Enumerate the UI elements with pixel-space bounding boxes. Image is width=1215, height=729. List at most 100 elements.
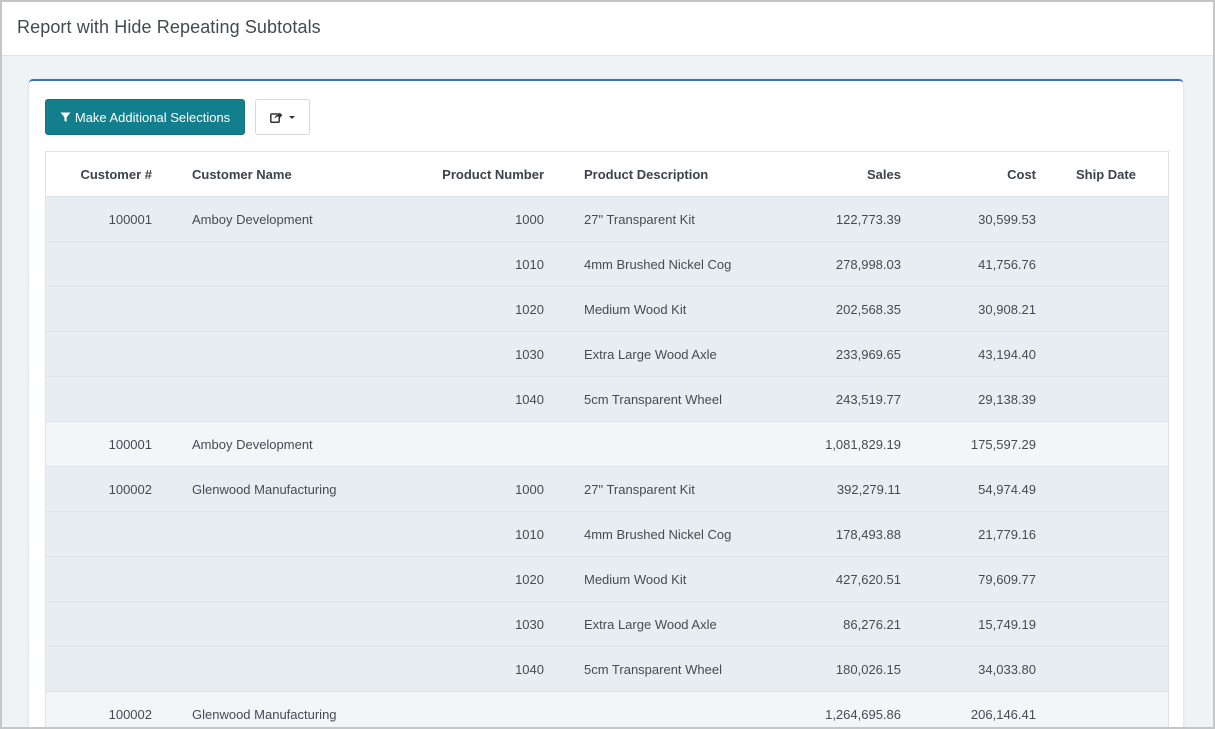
- cell-sales: 180,026.15: [766, 646, 901, 692]
- cell-customer-number: 100002: [46, 466, 152, 512]
- cell-sales-subtotal: 1,264,695.86: [766, 691, 901, 727]
- cell-sales: 427,620.51: [766, 556, 901, 602]
- cell-cost: 43,194.40: [901, 331, 1036, 377]
- cell-ship-date: [1036, 691, 1168, 727]
- cell-cost: 21,779.16: [901, 511, 1036, 557]
- report-table-body: 100001 Amboy Development 1000 27" Transp…: [46, 196, 1168, 727]
- cell-ship-date: [1036, 331, 1168, 377]
- make-additional-selections-button[interactable]: Make Additional Selections: [45, 99, 245, 135]
- cell-cost: 30,599.53: [901, 196, 1036, 242]
- cell-cost-subtotal: 206,146.41: [901, 691, 1036, 727]
- cell-product-number: 1010: [337, 241, 544, 287]
- column-header-product-number[interactable]: Product Number: [337, 152, 544, 197]
- cell-customer-name: [152, 511, 337, 557]
- cell-cost: 41,756.76: [901, 241, 1036, 287]
- cell-ship-date: [1036, 556, 1168, 602]
- cell-product-description: 4mm Brushed Nickel Cog: [544, 511, 766, 557]
- cell-cost: 29,138.39: [901, 376, 1036, 422]
- cell-customer-number: [46, 241, 152, 287]
- share-menu-button[interactable]: [255, 99, 310, 135]
- table-row: 1030 Extra Large Wood Axle 233,969.65 43…: [46, 331, 1168, 377]
- cell-cost: 54,974.49: [901, 466, 1036, 512]
- cell-product-number: 1010: [337, 511, 544, 557]
- report-table-container: Customer # Customer Name Product Number …: [45, 151, 1169, 727]
- subtotal-row: 100001 Amboy Development 1,081,829.19 17…: [46, 421, 1168, 467]
- column-header-ship-date[interactable]: Ship Date: [1036, 152, 1168, 197]
- make-additional-selections-label: Make Additional Selections: [74, 109, 231, 125]
- cell-product-number: 1020: [337, 286, 544, 332]
- cell-customer-number: [46, 646, 152, 692]
- report-panel: Make Additional Selections Customer # Cu…: [29, 79, 1183, 727]
- cell-sales: 278,998.03: [766, 241, 901, 287]
- cell-cost-subtotal: 175,597.29: [901, 421, 1036, 467]
- cell-sales-subtotal: 1,081,829.19: [766, 421, 901, 467]
- cell-cost: 30,908.21: [901, 286, 1036, 332]
- cell-product-number: 1000: [337, 466, 544, 512]
- cell-customer-name: [152, 646, 337, 692]
- cell-sales: 122,773.39: [766, 196, 901, 242]
- cell-product-description: [544, 421, 766, 467]
- table-row: 1020 Medium Wood Kit 427,620.51 79,609.7…: [46, 556, 1168, 602]
- table-row: 1040 5cm Transparent Wheel 243,519.77 29…: [46, 376, 1168, 422]
- cell-product-description: 27" Transparent Kit: [544, 466, 766, 512]
- cell-customer-number: [46, 601, 152, 647]
- column-header-product-description[interactable]: Product Description: [544, 152, 766, 197]
- cell-customer-number: [46, 376, 152, 422]
- cell-sales: 86,276.21: [766, 601, 901, 647]
- cell-ship-date: [1036, 376, 1168, 422]
- cell-customer-name: [152, 556, 337, 602]
- cell-ship-date: [1036, 241, 1168, 287]
- table-row: 1010 4mm Brushed Nickel Cog 178,493.88 2…: [46, 511, 1168, 557]
- table-row: 100002 Glenwood Manufacturing 1000 27" T…: [46, 466, 1168, 512]
- column-header-customer-number[interactable]: Customer #: [46, 152, 152, 197]
- subtotal-row: 100002 Glenwood Manufacturing 1,264,695.…: [46, 691, 1168, 727]
- cell-product-description: 5cm Transparent Wheel: [544, 376, 766, 422]
- cell-customer-name: [152, 376, 337, 422]
- cell-customer-name: [152, 286, 337, 332]
- cell-product-description: Extra Large Wood Axle: [544, 601, 766, 647]
- cell-customer-name: Glenwood Manufacturing: [152, 691, 337, 727]
- column-header-sales[interactable]: Sales: [766, 152, 901, 197]
- table-row: 100001 Amboy Development 1000 27" Transp…: [46, 196, 1168, 242]
- cell-customer-number: 100001: [46, 196, 152, 242]
- chevron-down-icon: [289, 115, 295, 119]
- cell-customer-number: [46, 286, 152, 332]
- cell-ship-date: [1036, 421, 1168, 467]
- cell-customer-number: [46, 556, 152, 602]
- cell-product-number: 1040: [337, 376, 544, 422]
- column-header-cost[interactable]: Cost: [901, 152, 1036, 197]
- cell-cost: 34,033.80: [901, 646, 1036, 692]
- filter-icon: [60, 112, 71, 122]
- report-window: Report with Hide Repeating Subtotals Mak…: [0, 0, 1215, 729]
- table-row: 1040 5cm Transparent Wheel 180,026.15 34…: [46, 646, 1168, 692]
- cell-product-description: 27" Transparent Kit: [544, 196, 766, 242]
- cell-sales: 243,519.77: [766, 376, 901, 422]
- cell-product-description: 4mm Brushed Nickel Cog: [544, 241, 766, 287]
- table-row: 1020 Medium Wood Kit 202,568.35 30,908.2…: [46, 286, 1168, 332]
- cell-ship-date: [1036, 646, 1168, 692]
- cell-ship-date: [1036, 466, 1168, 512]
- cell-product-description: Medium Wood Kit: [544, 286, 766, 332]
- cell-product-description: Extra Large Wood Axle: [544, 331, 766, 377]
- table-row: 1010 4mm Brushed Nickel Cog 278,998.03 4…: [46, 241, 1168, 287]
- cell-ship-date: [1036, 196, 1168, 242]
- report-table: Customer # Customer Name Product Number …: [46, 152, 1168, 727]
- cell-product-number: 1040: [337, 646, 544, 692]
- share-icon: [270, 112, 283, 123]
- cell-sales: 233,969.65: [766, 331, 901, 377]
- cell-product-number: 1030: [337, 331, 544, 377]
- cell-product-number: [337, 421, 544, 467]
- cell-customer-name: [152, 601, 337, 647]
- column-header-customer-name[interactable]: Customer Name: [152, 152, 337, 197]
- cell-product-description: [544, 691, 766, 727]
- table-header-row: Customer # Customer Name Product Number …: [46, 152, 1168, 197]
- cell-sales: 392,279.11: [766, 466, 901, 512]
- cell-customer-name: Glenwood Manufacturing: [152, 466, 337, 512]
- cell-sales: 178,493.88: [766, 511, 901, 557]
- cell-ship-date: [1036, 511, 1168, 557]
- cell-product-number: 1000: [337, 196, 544, 242]
- cell-cost: 79,609.77: [901, 556, 1036, 602]
- table-row: 1030 Extra Large Wood Axle 86,276.21 15,…: [46, 601, 1168, 647]
- cell-customer-name: [152, 331, 337, 377]
- page-title: Report with Hide Repeating Subtotals: [17, 17, 321, 37]
